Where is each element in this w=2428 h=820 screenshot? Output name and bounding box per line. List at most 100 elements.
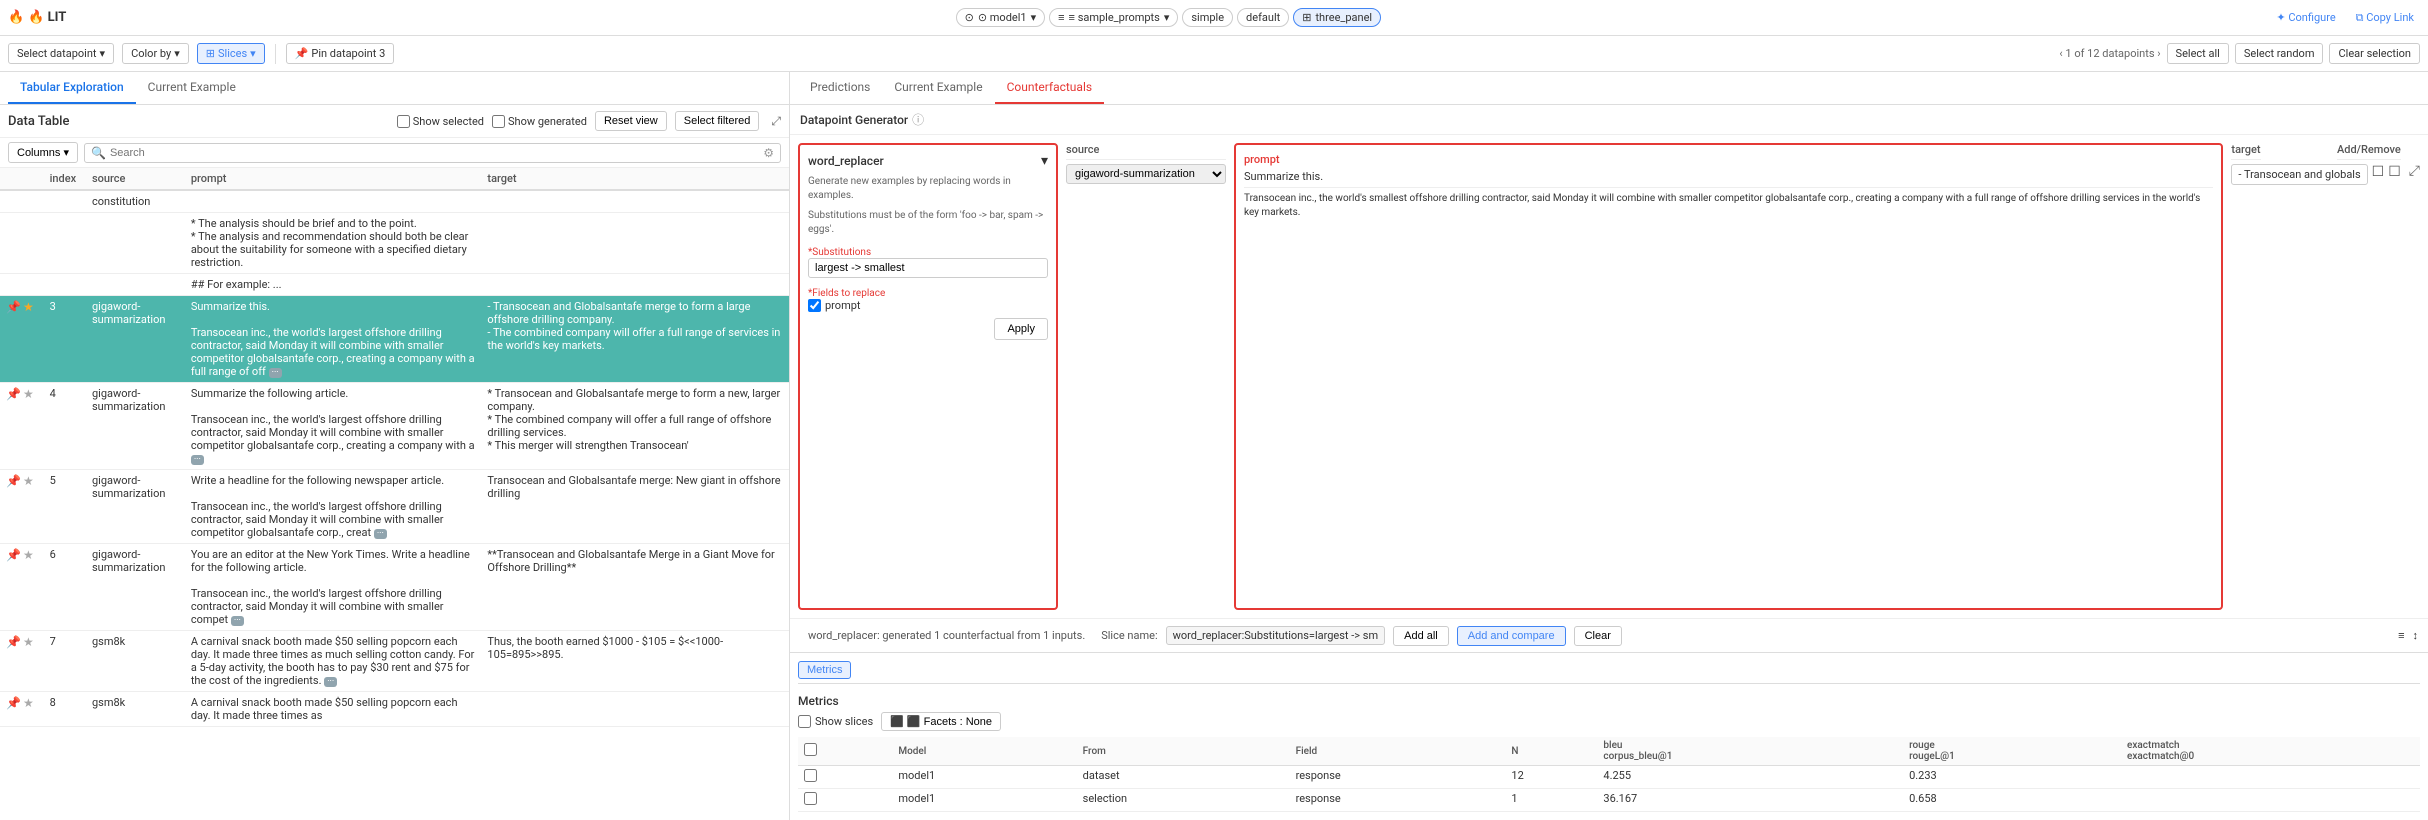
- cf-header: Datapoint Generator ⓘ: [790, 105, 2428, 135]
- columns-btn[interactable]: Columns ▾: [8, 142, 78, 163]
- show-generated-text: Show generated: [508, 115, 587, 128]
- metrics-row-check[interactable]: [804, 769, 817, 782]
- configure-btn[interactable]: ✦ Configure: [2270, 9, 2341, 26]
- layout-three-panel[interactable]: ⊞ three_panel: [1293, 8, 1381, 27]
- row-star-icon[interactable]: ★: [23, 387, 34, 401]
- row-star-icon[interactable]: ★: [23, 474, 34, 488]
- target-col-label: target: [2231, 143, 2260, 160]
- truncated-badge[interactable]: ···: [231, 616, 244, 626]
- mt-col-n: N: [1505, 737, 1597, 766]
- clear-selection-btn[interactable]: Clear selection: [2329, 43, 2420, 64]
- metrics-row-exactmatch: [2121, 766, 2420, 789]
- select-filtered-btn[interactable]: Select filtered: [675, 111, 760, 131]
- row-controls-cell: [0, 213, 44, 274]
- row-index-cell: 4: [44, 383, 86, 470]
- select-random-btn[interactable]: Select random: [2235, 43, 2324, 64]
- tab-tabular-exploration[interactable]: Tabular Exploration: [8, 72, 136, 104]
- row-target-cell: [481, 213, 789, 274]
- row-controls-cell: 📌★: [0, 470, 44, 544]
- facets-btn[interactable]: ⬛ ⬛ Facets : None: [881, 712, 1001, 731]
- search-settings-icon[interactable]: ⚙: [763, 146, 774, 160]
- copy-link-btn[interactable]: ⧉ Copy Link: [2350, 9, 2420, 27]
- metrics-select-all[interactable]: [804, 743, 817, 756]
- row-pin-icon[interactable]: 📌: [6, 474, 21, 488]
- show-selected-checkbox[interactable]: [397, 115, 410, 128]
- counterfactuals-panel: Datapoint Generator ⓘ word_replacer ▾ Ge…: [790, 105, 2428, 820]
- row-pin-icon[interactable]: 📌: [6, 696, 21, 710]
- show-slices-label[interactable]: Show slices: [798, 715, 873, 728]
- slices-chevron-icon: ▾: [250, 47, 256, 60]
- metrics-row-check[interactable]: [804, 792, 817, 805]
- columns-label: Columns ▾: [17, 146, 69, 159]
- layout-default[interactable]: default: [1237, 8, 1289, 27]
- row-star-icon[interactable]: ★: [23, 548, 34, 562]
- color-by-btn[interactable]: Color by ▾: [122, 43, 189, 64]
- show-selected-label[interactable]: Show selected: [397, 115, 484, 128]
- reset-view-btn[interactable]: Reset view: [595, 111, 667, 131]
- metrics-row-field: response: [1290, 766, 1506, 789]
- cf-fields-checkbox[interactable]: [808, 299, 821, 312]
- row-pin-icon[interactable]: 📌: [6, 300, 21, 314]
- row-controls-cell: 📌★: [0, 544, 44, 631]
- pin-icon: 📌: [295, 47, 309, 60]
- source-select[interactable]: gigaword-summarization: [1066, 164, 1226, 184]
- row-source-cell: constitution: [86, 190, 185, 213]
- prompt-body: Transocean inc., the world's smallest of…: [1244, 192, 2213, 600]
- select-all-btn[interactable]: Select all: [2167, 43, 2229, 64]
- add-compare-btn[interactable]: Add and compare: [1457, 626, 1566, 646]
- truncated-badge[interactable]: ···: [191, 455, 204, 465]
- remove-row-icon[interactable]: ☐: [2388, 164, 2401, 180]
- row-target-cell: [481, 692, 789, 727]
- layout-three-panel-icon: ⊞: [1302, 11, 1311, 24]
- truncated-badge[interactable]: ···: [324, 677, 337, 687]
- metrics-tab-btn[interactable]: Metrics: [798, 661, 851, 679]
- row-target-cell: * Transocean and Globalsantafe merge to …: [481, 383, 789, 470]
- add-all-btn[interactable]: Add all: [1393, 626, 1449, 646]
- expand-icon[interactable]: ⤢: [771, 114, 781, 129]
- search-input-wrap: 🔍 ⚙: [84, 143, 781, 163]
- row-pin-icon[interactable]: 📌: [6, 548, 21, 562]
- truncated-badge[interactable]: ···: [269, 368, 282, 378]
- dataset-chip[interactable]: ≡ ≡ sample_prompts ▾: [1049, 8, 1178, 27]
- metrics-row-n: 1: [1505, 789, 1597, 812]
- truncated-badge[interactable]: ···: [374, 529, 387, 539]
- show-slices-checkbox[interactable]: [798, 715, 811, 728]
- row-pin-icon[interactable]: 📌: [6, 387, 21, 401]
- row-controls-cell: [0, 274, 44, 296]
- pin-datapoint-btn[interactable]: 📌 Pin datapoint 3: [286, 43, 395, 64]
- expand-cf-icon[interactable]: ⤢: [2409, 163, 2420, 179]
- sort-icon[interactable]: ↕: [2413, 629, 2419, 642]
- tab-current-example-right[interactable]: Current Example: [882, 72, 994, 104]
- prompt-card: prompt Summarize this. Transocean inc., …: [1234, 143, 2223, 610]
- slice-name-label: Slice name:: [1101, 629, 1157, 642]
- prompt-summarize: Summarize this.: [1244, 170, 2213, 188]
- row-pin-icon[interactable]: 📌: [6, 635, 21, 649]
- layout-simple[interactable]: simple: [1182, 8, 1233, 27]
- tab-counterfactuals[interactable]: Counterfactuals: [995, 72, 1105, 104]
- cf-info-icon: ⓘ: [912, 111, 924, 128]
- slices-btn[interactable]: ⊞ Slices ▾: [197, 43, 265, 64]
- row-index-cell: 3: [44, 296, 86, 383]
- row-star-icon[interactable]: ★: [23, 635, 34, 649]
- cf-substitutions-input[interactable]: [808, 258, 1048, 278]
- row-star-icon[interactable]: ★: [23, 300, 34, 314]
- row-star-icon[interactable]: ★: [23, 696, 34, 710]
- apply-btn[interactable]: Apply: [994, 318, 1048, 340]
- filter-icon[interactable]: ≡: [2398, 629, 2404, 642]
- row-prompt-cell: Summarize this. Transocean inc., the wor…: [185, 296, 482, 383]
- tab-predictions[interactable]: Predictions: [798, 72, 882, 104]
- show-generated-checkbox[interactable]: [492, 115, 505, 128]
- row-source-cell: gigaword-summarization: [86, 383, 185, 470]
- show-generated-label[interactable]: Show generated: [492, 115, 587, 128]
- metrics-table: Model From Field N bleucorpus_bleu@1 rou…: [798, 737, 2420, 812]
- metrics-row-model: model1: [892, 766, 1076, 789]
- model-chip[interactable]: ⊙ ⊙ model1 ▾: [956, 8, 1046, 27]
- tab-current-example[interactable]: Current Example: [136, 72, 248, 104]
- search-input[interactable]: [110, 147, 759, 159]
- select-datapoint-btn[interactable]: Select datapoint ▾: [8, 43, 114, 64]
- word-replacer-chevron-icon[interactable]: ▾: [1041, 153, 1048, 169]
- toolbar: Select datapoint ▾ Color by ▾ ⊞ Slices ▾…: [0, 36, 2428, 72]
- add-row-icon[interactable]: ☐: [2372, 164, 2385, 180]
- show-slices-text: Show slices: [815, 715, 873, 728]
- clear-btn[interactable]: Clear: [1574, 626, 1622, 646]
